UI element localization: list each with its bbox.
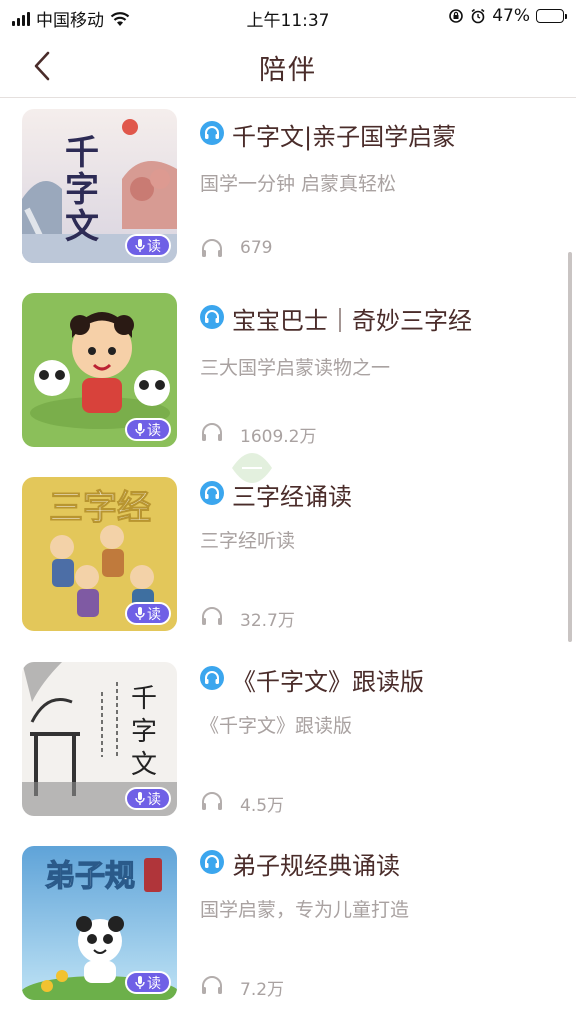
item-desc: 三大国学启蒙读物之一	[200, 357, 391, 379]
item-title: 《千字文》跟读版	[232, 668, 424, 696]
list-item[interactable]: 千 字 文 读 千字文|亲子国学启蒙 国学一分钟 启蒙真轻松 679	[0, 109, 576, 279]
list-item[interactable]: 三字经 读 三字经诵读 三字经听读 32.7万	[0, 477, 576, 647]
nav-bar: 陪伴	[0, 34, 576, 98]
svg-text:千: 千	[131, 684, 157, 714]
list-item[interactable]: 弟子规 读 弟子规经典诵读 国学启蒙，专为儿童打造 7.2万	[0, 846, 576, 1016]
mic-icon	[135, 238, 145, 252]
svg-text:字: 字	[131, 717, 157, 747]
mic-icon	[135, 975, 145, 989]
mic-icon	[135, 791, 145, 805]
status-right: 47%	[448, 6, 567, 26]
svg-text:千: 千	[65, 133, 99, 173]
read-badge: 读	[125, 234, 171, 257]
play-count: 679	[240, 238, 273, 258]
headphones-icon	[202, 792, 222, 810]
item-title: 弟子规经典诵读	[232, 852, 400, 880]
audio-icon	[200, 305, 224, 329]
headphones-icon	[202, 976, 222, 994]
svg-text:文: 文	[131, 750, 157, 780]
cover-title: 弟子规	[45, 859, 135, 894]
read-badge: 读	[125, 971, 171, 994]
cover-image: 弟子规 读	[22, 846, 177, 1000]
item-desc: 国学一分钟 启蒙真轻松	[200, 173, 397, 195]
mic-icon	[135, 606, 145, 620]
cover-image: 三字经 读	[22, 477, 177, 631]
mic-icon	[135, 422, 145, 436]
cover-image: 读	[22, 293, 177, 447]
cover-title: 三字经	[49, 488, 151, 528]
item-desc: 《千字文》跟读版	[200, 715, 353, 737]
scrollbar[interactable]	[568, 252, 572, 642]
alarm-icon	[471, 8, 485, 24]
headphones-icon	[202, 423, 222, 441]
svg-text:文: 文	[65, 207, 99, 247]
item-desc: 国学启蒙，专为儿童打造	[200, 899, 410, 921]
read-badge: 读	[125, 787, 171, 810]
list-item[interactable]: 读 宝宝巴士｜奇妙三字经 三大国学启蒙读物之一 1609.2万	[0, 293, 576, 463]
read-badge: 读	[125, 602, 171, 625]
read-badge: 读	[125, 418, 171, 441]
cover-image: 千 字 文 读	[22, 662, 177, 816]
headphones-icon	[202, 607, 222, 625]
cover-image: 千 字 文 读	[22, 109, 177, 263]
audio-icon	[200, 850, 224, 874]
headphones-icon	[202, 239, 222, 257]
battery-icon	[536, 9, 567, 23]
status-bar: 中国移动 上午11:37 47%	[0, 0, 576, 34]
item-title: 三字经诵读	[232, 483, 352, 511]
audio-icon	[200, 666, 224, 690]
play-count: 32.7万	[240, 611, 295, 631]
play-count: 7.2万	[240, 980, 285, 1000]
page-title: 陪伴	[259, 55, 317, 86]
play-count: 1609.2万	[240, 427, 317, 447]
battery-percent: 47%	[492, 6, 530, 26]
item-title: 宝宝巴士｜奇妙三字经	[232, 307, 472, 335]
list-item[interactable]: 千 字 文 读 《千字文》跟读版 《千字文》跟读版 4.5万	[0, 662, 576, 832]
item-title: 千字文|亲子国学启蒙	[232, 123, 457, 151]
svg-text:字: 字	[65, 170, 99, 210]
rotation-lock-icon	[449, 9, 464, 23]
audio-icon	[200, 121, 224, 145]
item-desc: 三字经听读	[200, 530, 296, 552]
audio-icon	[200, 481, 224, 505]
play-count: 4.5万	[240, 796, 285, 816]
